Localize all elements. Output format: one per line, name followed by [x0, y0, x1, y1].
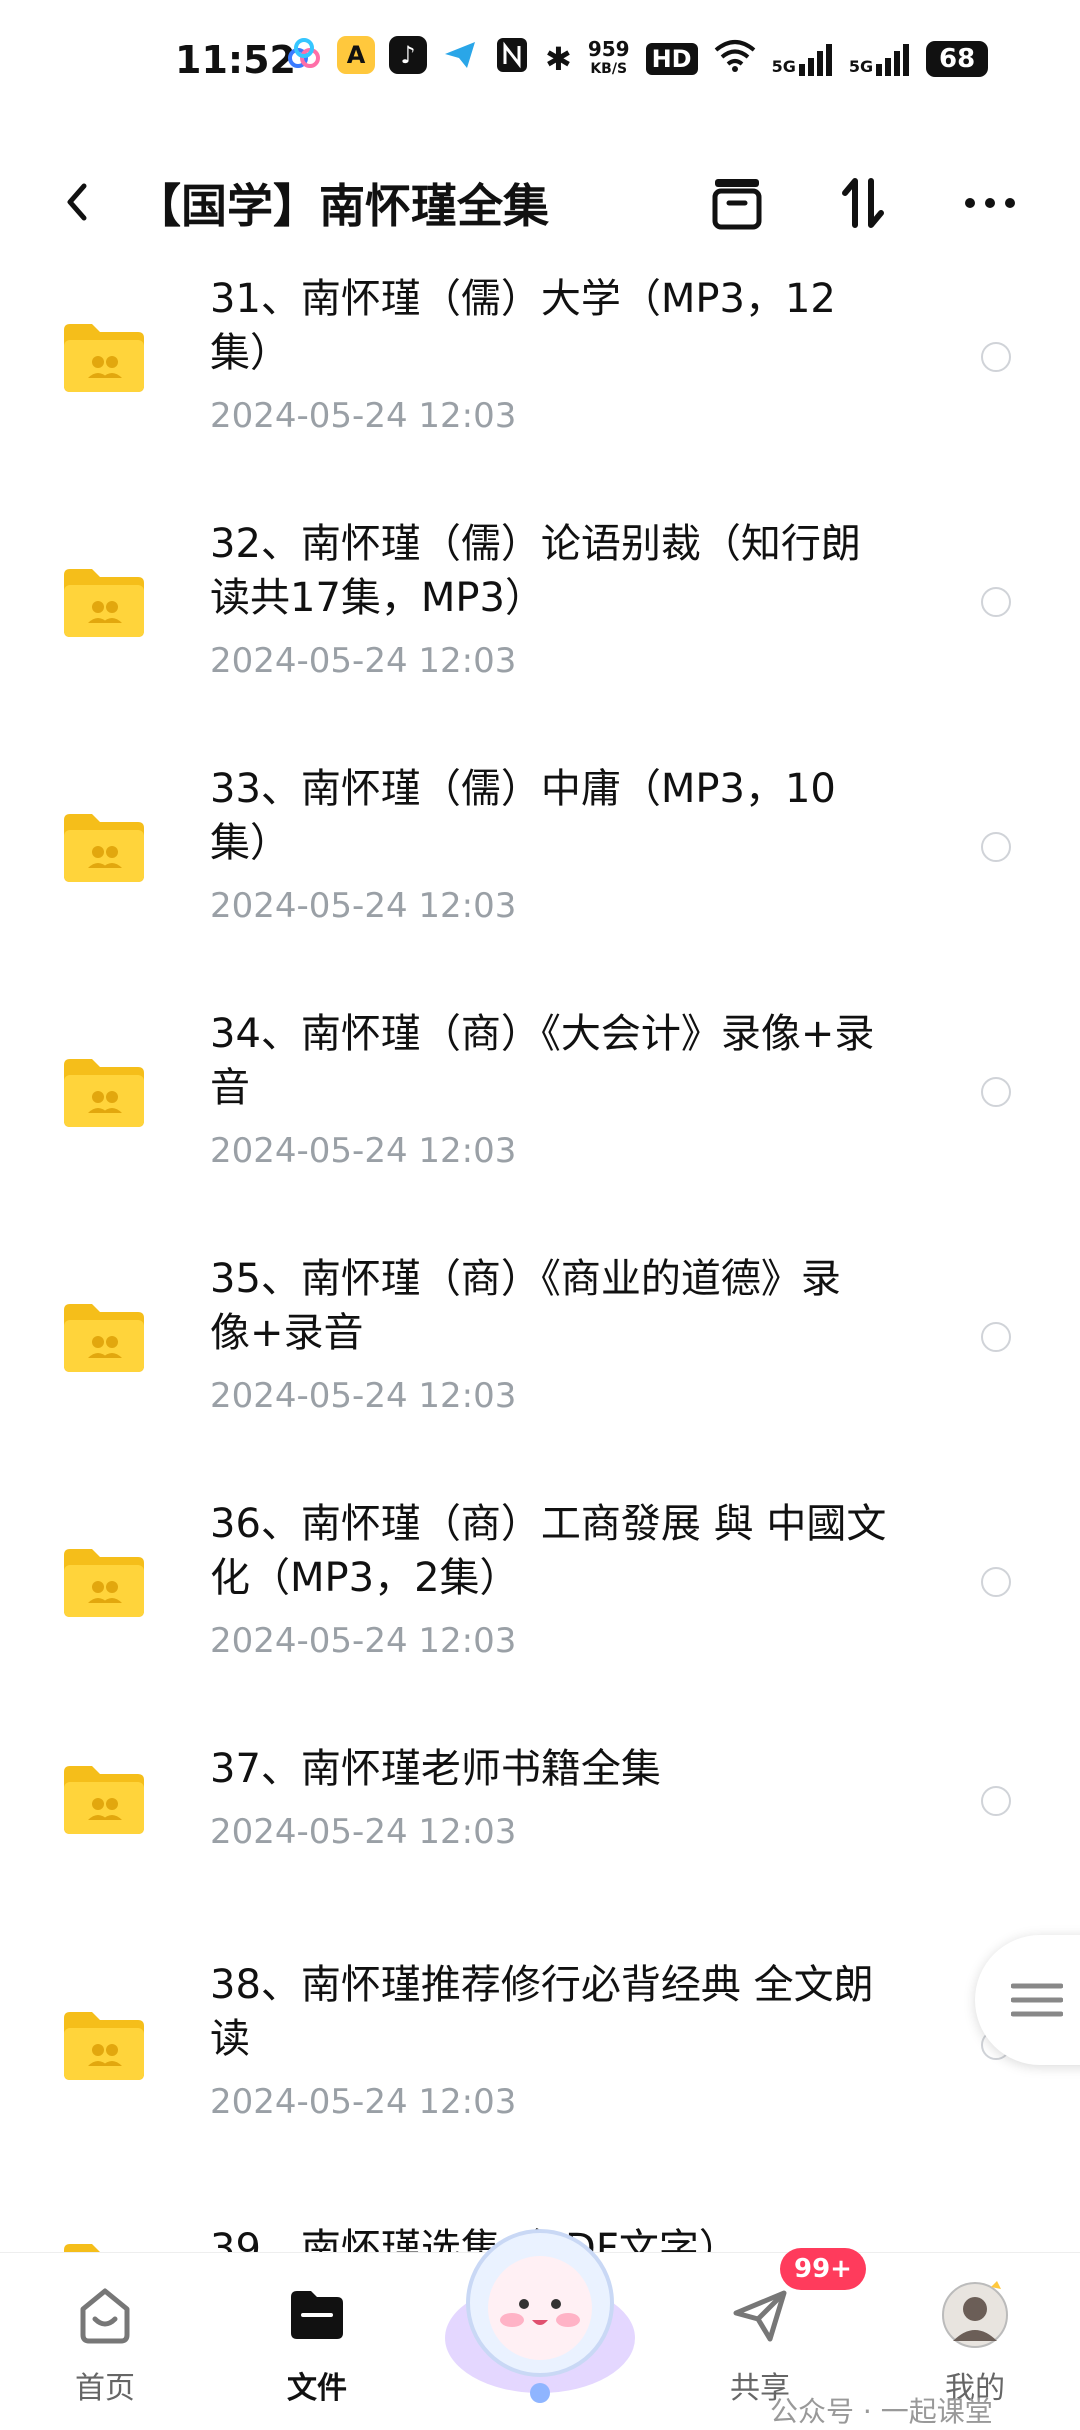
file-date: 2024-05-24 12:03 — [210, 2082, 517, 2122]
home-icon — [80, 2288, 130, 2344]
list-item[interactable]: 31、南怀瑾（儒）大学（MP3，12 集） 2024-05-24 12:03 — [0, 262, 1080, 507]
watermark: 公众号 · 一起课堂 — [770, 2395, 993, 2428]
more-icon[interactable] — [955, 168, 1025, 238]
shared-folder-icon — [60, 1545, 148, 1621]
list-item[interactable]: 36、南怀瑾（商）工商發展 與 中國文 化（MP3，2集） 2024-05-24… — [0, 1487, 1080, 1732]
file-date: 2024-05-24 12:03 — [210, 641, 517, 681]
file-name-line2: 集） — [210, 330, 290, 376]
page-title: 【国学】南怀瑾全集 — [135, 179, 549, 233]
select-radio[interactable] — [981, 832, 1011, 862]
file-name-line1: 32、南怀瑾（儒）论语别裁（知行朗 — [210, 521, 861, 567]
shared-folder-icon — [60, 2008, 148, 2084]
file-name-line1: 34、南怀瑾（商）《大会计》录像+录 — [210, 1011, 875, 1057]
select-radio[interactable] — [981, 342, 1011, 372]
file-name-line1: 35、南怀瑾（商）《商业的道德》录 — [210, 1256, 841, 1302]
mascot-icon — [445, 2229, 635, 2403]
archive-icon[interactable] — [702, 168, 772, 238]
hd-badge: HD — [645, 42, 698, 75]
file-date: 2024-05-24 12:03 — [210, 1131, 517, 1171]
select-radio[interactable] — [981, 1322, 1011, 1352]
select-radio[interactable] — [981, 1786, 1011, 1816]
folder-icon — [291, 2291, 343, 2339]
status-app-icons: A ♪ — [285, 36, 479, 74]
list-item[interactable]: 32、南怀瑾（儒）论语别裁（知行朗 读共17集，MP3） 2024-05-24 … — [0, 507, 1080, 752]
list-item[interactable]: 33、南怀瑾（儒）中庸（MP3，10 集） 2024-05-24 12:03 — [0, 752, 1080, 997]
list-item[interactable]: 34、南怀瑾（商）《大会计》录像+录 音 2024-05-24 12:03 — [0, 997, 1080, 1242]
bottom-nav: 首页 文件 共享 我的 — [0, 2229, 1080, 2413]
signal-icon: 5G — [772, 42, 833, 76]
file-name-line2: 像+录音 — [210, 1310, 364, 1356]
nfc-icon — [495, 36, 529, 81]
status-bar: 11:52 A ♪ ✱ 959 KB/S HD 5G 5G 68 — [0, 0, 1080, 120]
file-date: 2024-05-24 12:03 — [210, 1621, 517, 1661]
file-date: 2024-05-24 12:03 — [210, 1376, 517, 1416]
select-radio[interactable] — [981, 1077, 1011, 1107]
status-time: 11:52 — [175, 38, 296, 82]
file-name-line1: 38、南怀瑾推荐修行必背经典 全文朗 — [210, 1962, 874, 2008]
mascot-button[interactable] — [430, 2208, 650, 2408]
file-name-line2: 音 — [210, 1065, 250, 1111]
send-icon — [733, 2290, 787, 2342]
shared-folder-icon — [60, 810, 148, 886]
file-name-line2: 化（MP3，2集） — [210, 1555, 520, 1601]
shared-folder-icon — [60, 320, 148, 396]
bluetooth-icon: ✱ — [545, 39, 572, 78]
shared-folder-icon — [60, 1055, 148, 1131]
wifi-icon — [714, 38, 756, 79]
nav-label: 文件 — [287, 2371, 347, 2406]
list-item[interactable]: 38、南怀瑾推荐修行必背经典 全文朗 读 2024-05-24 12:03 — [0, 1932, 1080, 2192]
select-radio[interactable] — [981, 587, 1011, 617]
list-item[interactable]: 35、南怀瑾（商）《商业的道德》录 像+录音 2024-05-24 12:03 — [0, 1242, 1080, 1487]
avatar-icon — [942, 2281, 1008, 2348]
select-radio[interactable] — [981, 1567, 1011, 1597]
file-name-line1: 37、南怀瑾老师书籍全集 — [210, 1746, 661, 1792]
status-system-icons: ✱ 959 KB/S HD 5G 5G 68 — [495, 36, 989, 81]
app-icon: A — [337, 36, 375, 74]
signal-icon-2: 5G — [849, 42, 910, 76]
file-name-line2: 集） — [210, 820, 290, 866]
back-icon[interactable] — [50, 172, 110, 232]
net-speed: 959 KB/S — [587, 36, 630, 77]
nav-label: 首页 — [75, 2371, 135, 2406]
shared-folder-icon — [60, 1300, 148, 1376]
nav-home[interactable]: 首页 — [25, 2263, 185, 2406]
nav-me[interactable]: 我的 — [895, 2263, 1055, 2406]
menu-icon — [1011, 1983, 1063, 2017]
file-name-line2: 读 — [210, 2016, 250, 2062]
notification-badge: 99+ — [780, 2248, 866, 2290]
telegram-icon — [441, 36, 479, 74]
file-date: 2024-05-24 12:03 — [210, 1812, 517, 1852]
cloud-icon — [285, 36, 323, 74]
list-item[interactable]: 37、南怀瑾老师书籍全集 2024-05-24 12:03 — [0, 1732, 1080, 1932]
sort-icon[interactable] — [828, 168, 898, 238]
file-name-line2: 读共17集，MP3） — [210, 575, 545, 621]
shared-folder-icon — [60, 1762, 148, 1838]
shared-folder-icon — [60, 565, 148, 641]
header: 【国学】南怀瑾全集 — [0, 150, 1080, 260]
nav-files[interactable]: 文件 — [237, 2263, 397, 2406]
battery-indicator: 68 — [926, 40, 989, 77]
file-date: 2024-05-24 12:03 — [210, 396, 517, 436]
file-list: 31、南怀瑾（儒）大学（MP3，12 集） 2024-05-24 12:03 3… — [0, 262, 1080, 2312]
file-name-line1: 36、南怀瑾（商）工商發展 與 中國文 — [210, 1501, 887, 1547]
tiktok-icon: ♪ — [389, 36, 427, 74]
file-name-line1: 33、南怀瑾（儒）中庸（MP3，10 — [210, 766, 836, 812]
file-name-line1: 31、南怀瑾（儒）大学（MP3，12 — [210, 276, 836, 322]
file-date: 2024-05-24 12:03 — [210, 886, 517, 926]
